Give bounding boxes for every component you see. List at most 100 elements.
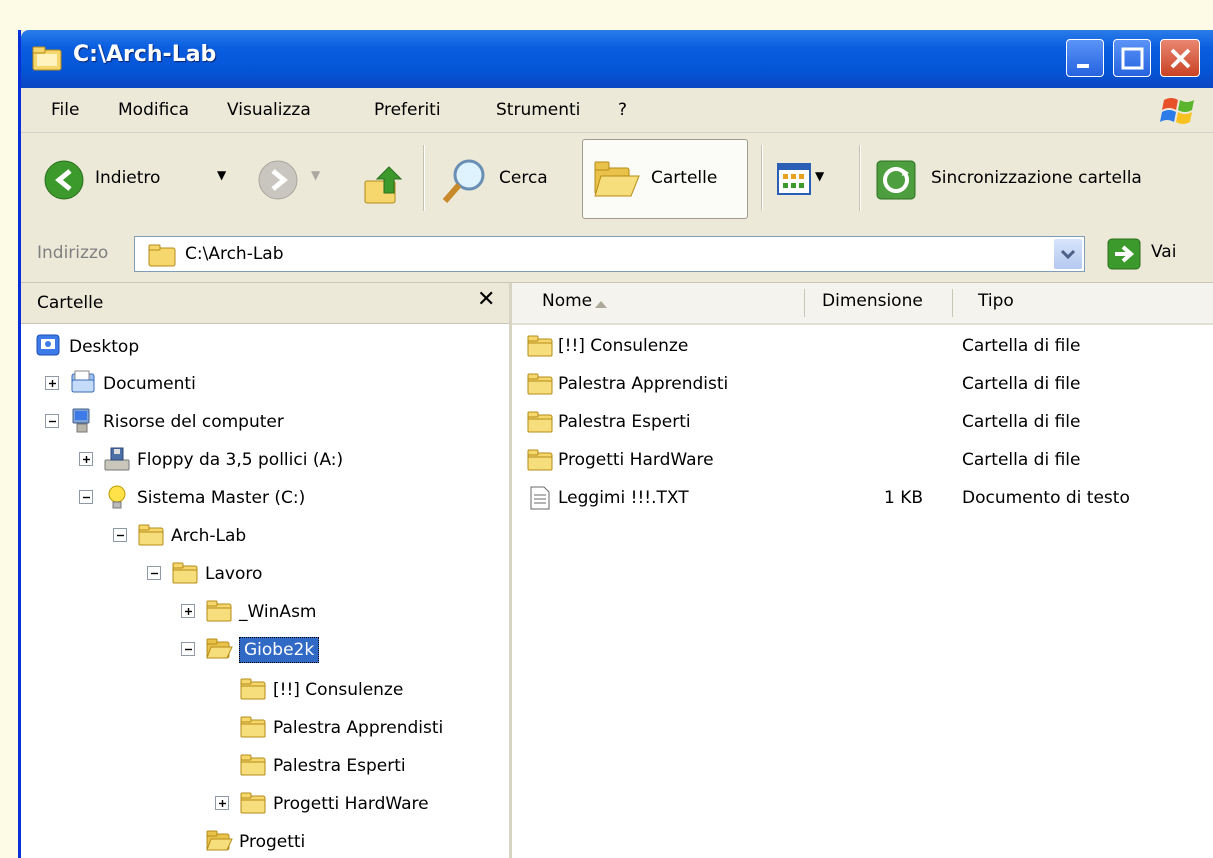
- file-name: Palestra Esperti: [558, 412, 691, 432]
- tree-item[interactable]: Sistema Master (C:): [21, 480, 509, 516]
- sort-ascending-icon: [595, 301, 607, 308]
- maximize-icon: [1121, 47, 1144, 70]
- column-divider[interactable]: [804, 289, 805, 317]
- tree-item[interactable]: Progetti HardWare: [21, 786, 509, 822]
- column-header-type[interactable]: Tipo: [978, 291, 1014, 311]
- address-label: Indirizzo: [37, 243, 109, 263]
- tree-item[interactable]: Documenti: [21, 366, 509, 402]
- toolbar-separator: [859, 145, 861, 211]
- collapse-icon[interactable]: [45, 414, 59, 428]
- tree-item-label: Floppy da 3,5 pollici (A:): [137, 450, 344, 470]
- documents-icon: [71, 370, 95, 393]
- forward-arrow-icon: [258, 160, 298, 200]
- tree-item-label: Palestra Apprendisti: [273, 718, 444, 738]
- address-dropdown-button[interactable]: [1054, 239, 1082, 269]
- search-icon: [442, 159, 485, 203]
- forward-button[interactable]: ▼: [249, 143, 341, 215]
- menu-file[interactable]: File: [51, 100, 79, 120]
- minimize-icon: [1077, 64, 1089, 68]
- tree-item-label: Documenti: [103, 374, 196, 394]
- file-row[interactable]: Palestra Esperti Cartella di file: [512, 405, 1213, 441]
- collapse-icon[interactable]: [79, 490, 93, 504]
- title-bar[interactable]: C:\Arch-Lab: [21, 30, 1213, 88]
- minimize-button[interactable]: [1066, 39, 1104, 77]
- views-dropdown-icon: ▼: [815, 169, 825, 183]
- back-arrow-icon: [44, 160, 84, 200]
- tree-item[interactable]: _WinAsm: [21, 594, 509, 630]
- maximize-button[interactable]: [1113, 39, 1151, 77]
- back-button[interactable]: Indietro ▼: [29, 143, 239, 215]
- folder-tree-pane: Cartelle ✕ Desktop Documenti Risorse del c…: [21, 283, 512, 858]
- folder-icon: [206, 600, 232, 622]
- expand-icon[interactable]: [215, 796, 229, 810]
- sync-folder-button[interactable]: Sincronizzazione cartella: [869, 143, 1199, 215]
- menu-preferiti[interactable]: Preferiti: [374, 100, 441, 120]
- file-row[interactable]: Leggimi !!!.TXT 1 KB Documento di testo: [512, 481, 1213, 517]
- file-row[interactable]: Progetti HardWare Cartella di file: [512, 443, 1213, 479]
- address-bar: Indirizzo C:\Arch-Lab Vai: [21, 228, 1213, 283]
- tree-item[interactable]: Progetti: [21, 824, 509, 858]
- close-folders-pane-button[interactable]: ✕: [477, 287, 495, 312]
- column-header-name[interactable]: Nome: [542, 291, 592, 311]
- file-row[interactable]: [!!] Consulenze Cartella di file: [512, 329, 1213, 365]
- expand-icon[interactable]: [181, 604, 195, 618]
- tree-item[interactable]: Desktop: [21, 329, 509, 365]
- expand-icon[interactable]: [79, 452, 93, 466]
- go-button[interactable]: Vai: [1151, 242, 1176, 262]
- toolbar-separator: [761, 145, 763, 211]
- column-divider[interactable]: [952, 289, 953, 317]
- folder-window-icon: [32, 46, 62, 71]
- folder-open-icon: [206, 830, 233, 851]
- menu-strumenti[interactable]: Strumenti: [496, 100, 580, 120]
- back-dropdown-icon[interactable]: ▼: [217, 168, 226, 182]
- folders-pane-title: Cartelle: [37, 293, 104, 313]
- tree-item[interactable]: Arch-Lab: [21, 518, 509, 554]
- tree-item[interactable]: Floppy da 3,5 pollici (A:): [21, 442, 509, 478]
- menu-modifica[interactable]: Modifica: [118, 100, 189, 120]
- column-header-size[interactable]: Dimensione: [822, 291, 923, 311]
- views-button[interactable]: ▼: [769, 143, 849, 215]
- collapse-icon[interactable]: [113, 528, 127, 542]
- up-folder-icon[interactable]: [361, 163, 407, 209]
- views-icon: [777, 163, 811, 195]
- tree-item[interactable]: Risorse del computer: [21, 404, 509, 440]
- collapse-icon[interactable]: [147, 566, 161, 580]
- tree-item[interactable]: Palestra Esperti: [21, 748, 509, 784]
- forward-dropdown-icon[interactable]: ▼: [311, 168, 320, 182]
- go-arrow-icon[interactable]: [1107, 238, 1141, 270]
- file-size: 1 KB: [884, 488, 924, 508]
- text-file-icon: [530, 486, 550, 510]
- file-name: Palestra Apprendisti: [558, 374, 729, 394]
- search-button[interactable]: Cerca: [435, 143, 575, 215]
- menu-help[interactable]: ?: [618, 100, 627, 120]
- desktop-icon: [36, 334, 60, 356]
- close-button[interactable]: [1160, 39, 1200, 77]
- tree-item-label: [!!] Consulenze: [273, 680, 404, 700]
- tree-item[interactable]: Lavoro: [21, 556, 509, 592]
- folder-icon: [148, 244, 176, 267]
- collapse-icon[interactable]: [181, 642, 195, 656]
- address-input[interactable]: C:\Arch-Lab: [134, 236, 1085, 272]
- sync-label: Sincronizzazione cartella: [931, 168, 1142, 188]
- file-type: Cartella di file: [962, 412, 1081, 432]
- tree-item-label: Risorse del computer: [103, 412, 284, 432]
- tree-item[interactable]: [!!] Consulenze: [21, 672, 509, 708]
- tree-item[interactable]: Giobe2k: [21, 632, 509, 668]
- menu-bar: File Modifica Visualizza Preferiti Strum…: [21, 88, 1213, 133]
- tree-item-label: Lavoro: [205, 564, 263, 584]
- chevron-down-icon: [1060, 249, 1076, 260]
- folder-icon: [240, 754, 266, 776]
- tree-item-label: Palestra Esperti: [273, 756, 406, 776]
- folder-icon: [240, 678, 266, 700]
- folders-label: Cartelle: [651, 168, 718, 188]
- expand-icon[interactable]: [45, 376, 59, 390]
- tree-item-label: Progetti: [239, 832, 306, 852]
- folder-icon: [172, 562, 198, 584]
- menu-visualizza[interactable]: Visualizza: [227, 100, 311, 120]
- folder-icon: [138, 524, 164, 546]
- tree-item[interactable]: Palestra Apprendisti: [21, 710, 509, 746]
- explorer-window: C:\Arch-Lab File Modifica Visualizza Pre…: [18, 30, 1213, 858]
- search-label: Cerca: [499, 168, 548, 188]
- file-row[interactable]: Palestra Apprendisti Cartella di file: [512, 367, 1213, 403]
- folders-button[interactable]: Cartelle: [582, 139, 748, 219]
